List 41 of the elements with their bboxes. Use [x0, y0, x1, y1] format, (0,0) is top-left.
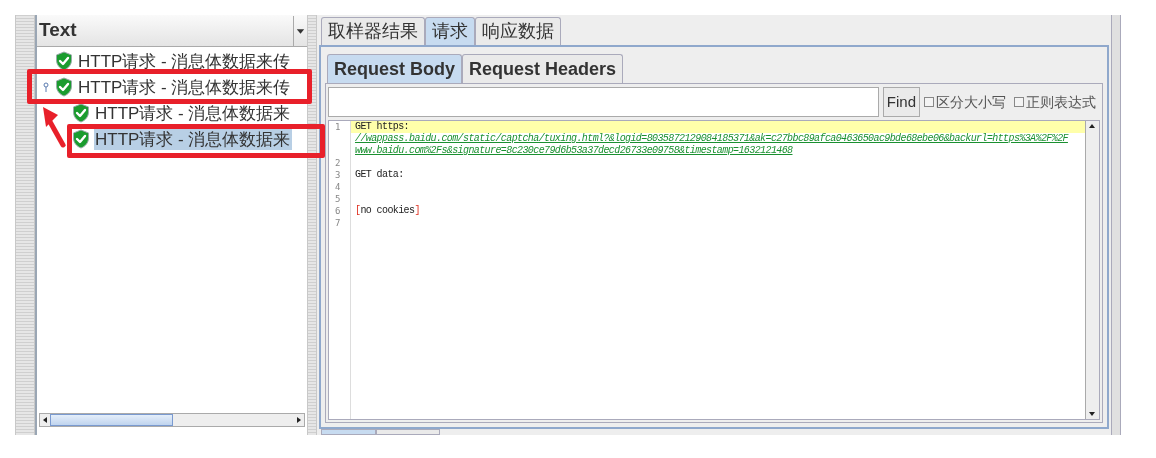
bottom-tab[interactable] — [321, 429, 376, 435]
line-number: 7 — [334, 217, 341, 229]
find-button[interactable]: Find — [882, 87, 920, 117]
splitter[interactable] — [307, 15, 317, 435]
checkbox-label: 区分大小写 — [936, 92, 1006, 112]
tab[interactable]: 请求 — [425, 17, 475, 45]
shield-check-icon — [72, 129, 90, 149]
shield-check-icon — [55, 51, 73, 71]
bracket: [ — [355, 205, 361, 216]
url-link[interactable]: //wappass.baidu.com/static/captcha/tuxing.html?&logid=8035872129084185371&ak=c27bbc89afca0463650ac9bde68ebe06&backurl=https%3A%2F%2F — [355, 133, 1068, 144]
line-number: 4 — [334, 181, 341, 193]
line-number: 5 — [334, 193, 341, 205]
url-link[interactable]: www.baidu.com%2Fs&signature=8c230ce79d6b53a37decd26733e09758&timestamp=1632121468 — [355, 145, 793, 156]
column-header[interactable]: Text — [37, 15, 307, 47]
code-text: no cookies — [360, 205, 415, 216]
splitter[interactable] — [15, 15, 35, 435]
tab[interactable]: 响应数据 — [475, 17, 561, 45]
tree-item[interactable]: HTTP请求 - 消息体数据来传 — [77, 50, 292, 72]
bracket: ] — [414, 205, 420, 216]
tab[interactable]: 取样器结果 — [321, 17, 425, 45]
checkbox-label: 正则表达式 — [1026, 92, 1096, 112]
shield-check-icon — [72, 103, 90, 123]
shield-check-icon — [55, 77, 73, 97]
vertical-scrollbar[interactable] — [1085, 121, 1099, 419]
code-text: GET https: — [355, 121, 409, 132]
tab[interactable]: Request Body — [327, 54, 463, 83]
tree-item[interactable]: HTTP请求 - 消息体数据来传 — [77, 76, 292, 98]
tree-item[interactable]: HTTP请求 - 消息体数据来 — [94, 128, 292, 150]
tab[interactable]: Request Headers — [462, 54, 624, 83]
line-number: 3 — [334, 169, 341, 181]
code-text: GET data: — [355, 169, 404, 180]
arrow-drawing — [40, 106, 66, 148]
line-number: 1 — [334, 121, 341, 133]
bottom-tab[interactable] — [376, 429, 440, 435]
checkbox[interactable] — [924, 97, 934, 107]
tree-item[interactable]: HTTP请求 - 消息体数据来 — [94, 102, 292, 124]
horizontal-scrollbar[interactable] — [39, 413, 305, 427]
line-number: 6 — [334, 205, 341, 217]
checkbox[interactable] — [1014, 97, 1024, 107]
line-number: 2 — [334, 157, 341, 169]
search-field[interactable] — [328, 87, 879, 117]
